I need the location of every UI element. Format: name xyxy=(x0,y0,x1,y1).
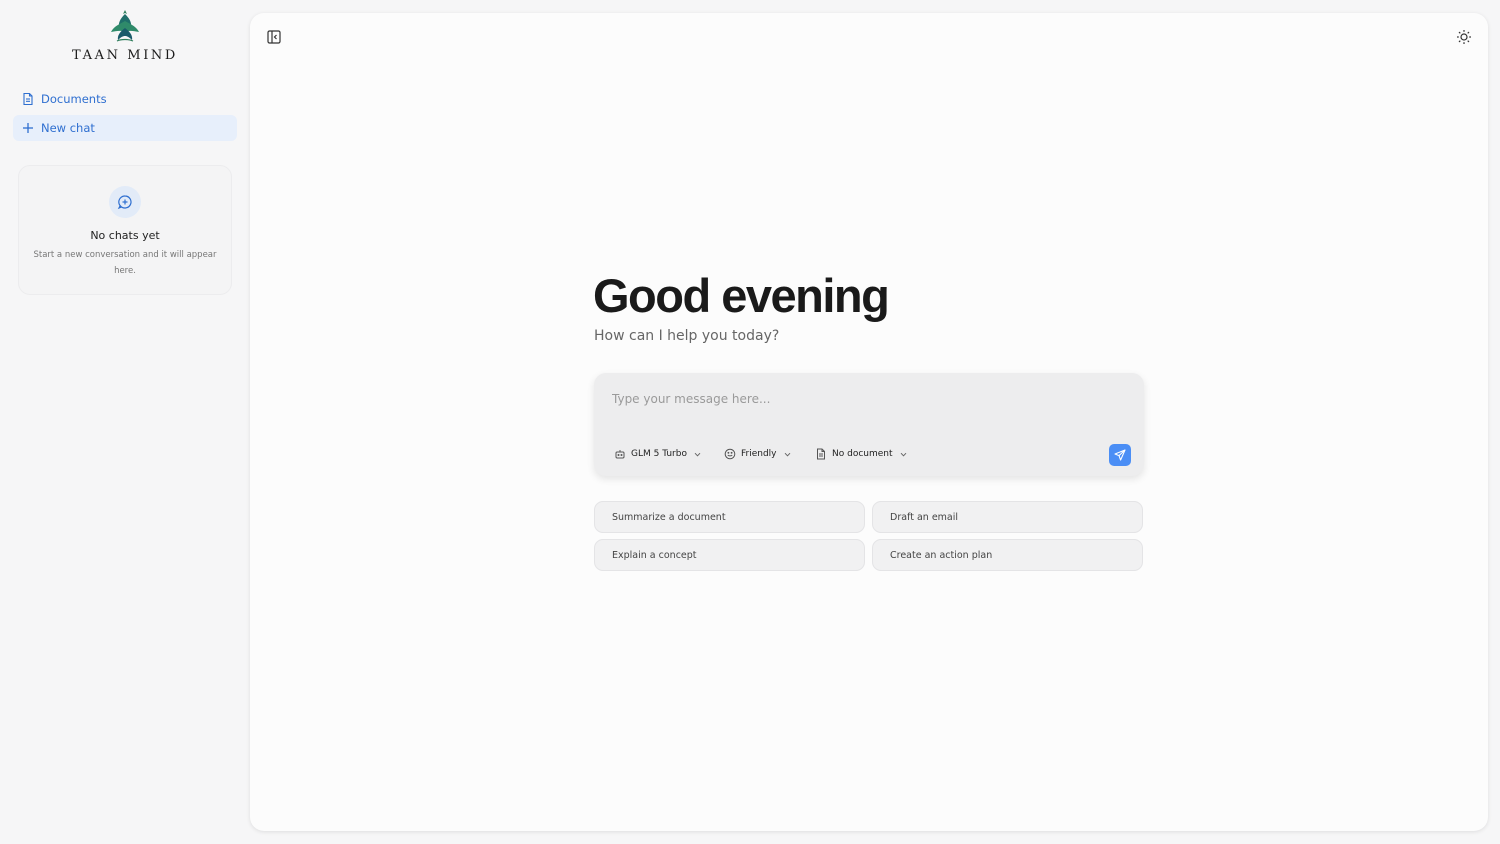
smile-icon xyxy=(724,448,736,460)
sidebar-item-label: New chat xyxy=(41,121,95,135)
model-select[interactable]: GLM 5 Turbo xyxy=(614,445,702,463)
greeting-title: Good evening xyxy=(593,269,890,322)
sidebar: TAAN MIND Documents New chat No chats ye… xyxy=(0,0,250,844)
tone-select[interactable]: Friendly xyxy=(724,445,792,463)
sun-icon[interactable] xyxy=(1456,29,1472,45)
chat-plus-icon xyxy=(109,186,141,218)
lotus-logo-icon xyxy=(111,10,139,42)
document-icon xyxy=(21,92,35,106)
sidebar-item-new-chat[interactable]: New chat xyxy=(13,115,237,141)
suggestion-create-action-plan[interactable]: Create an action plan xyxy=(872,539,1143,571)
empty-state-subtitle: Start a new conversation and it will app… xyxy=(33,250,217,276)
document-select[interactable]: No document xyxy=(815,445,908,463)
chevron-down-icon xyxy=(693,450,702,459)
message-composer: GLM 5 Turbo Friendly xyxy=(594,373,1144,476)
brand-name: TAAN MIND xyxy=(72,48,178,63)
sidebar-toggle-icon[interactable] xyxy=(266,29,282,45)
bot-icon xyxy=(614,448,626,460)
model-select-label: GLM 5 Turbo xyxy=(631,449,687,459)
tone-select-label: Friendly xyxy=(741,449,777,459)
document-icon xyxy=(815,448,827,460)
send-button[interactable] xyxy=(1109,444,1131,466)
plus-icon xyxy=(21,121,35,135)
main-panel: Good evening How can I help you today? G… xyxy=(250,13,1488,831)
sidebar-item-label: Documents xyxy=(41,92,107,106)
chevron-down-icon xyxy=(899,450,908,459)
brand: TAAN MIND xyxy=(0,8,250,63)
greeting-subtitle: How can I help you today? xyxy=(594,328,780,344)
document-select-label: No document xyxy=(832,449,893,459)
message-input[interactable] xyxy=(612,389,1112,409)
suggestion-summarize-document[interactable]: Summarize a document xyxy=(594,501,865,533)
send-icon xyxy=(1114,449,1126,461)
empty-chats-card: No chats yet Start a new conversation an… xyxy=(18,165,232,295)
sidebar-item-documents[interactable]: Documents xyxy=(13,86,237,112)
suggestion-explain-concept[interactable]: Explain a concept xyxy=(594,539,865,571)
suggestion-draft-email[interactable]: Draft an email xyxy=(872,501,1143,533)
chevron-down-icon xyxy=(783,450,792,459)
empty-state-title: No chats yet xyxy=(90,229,160,242)
